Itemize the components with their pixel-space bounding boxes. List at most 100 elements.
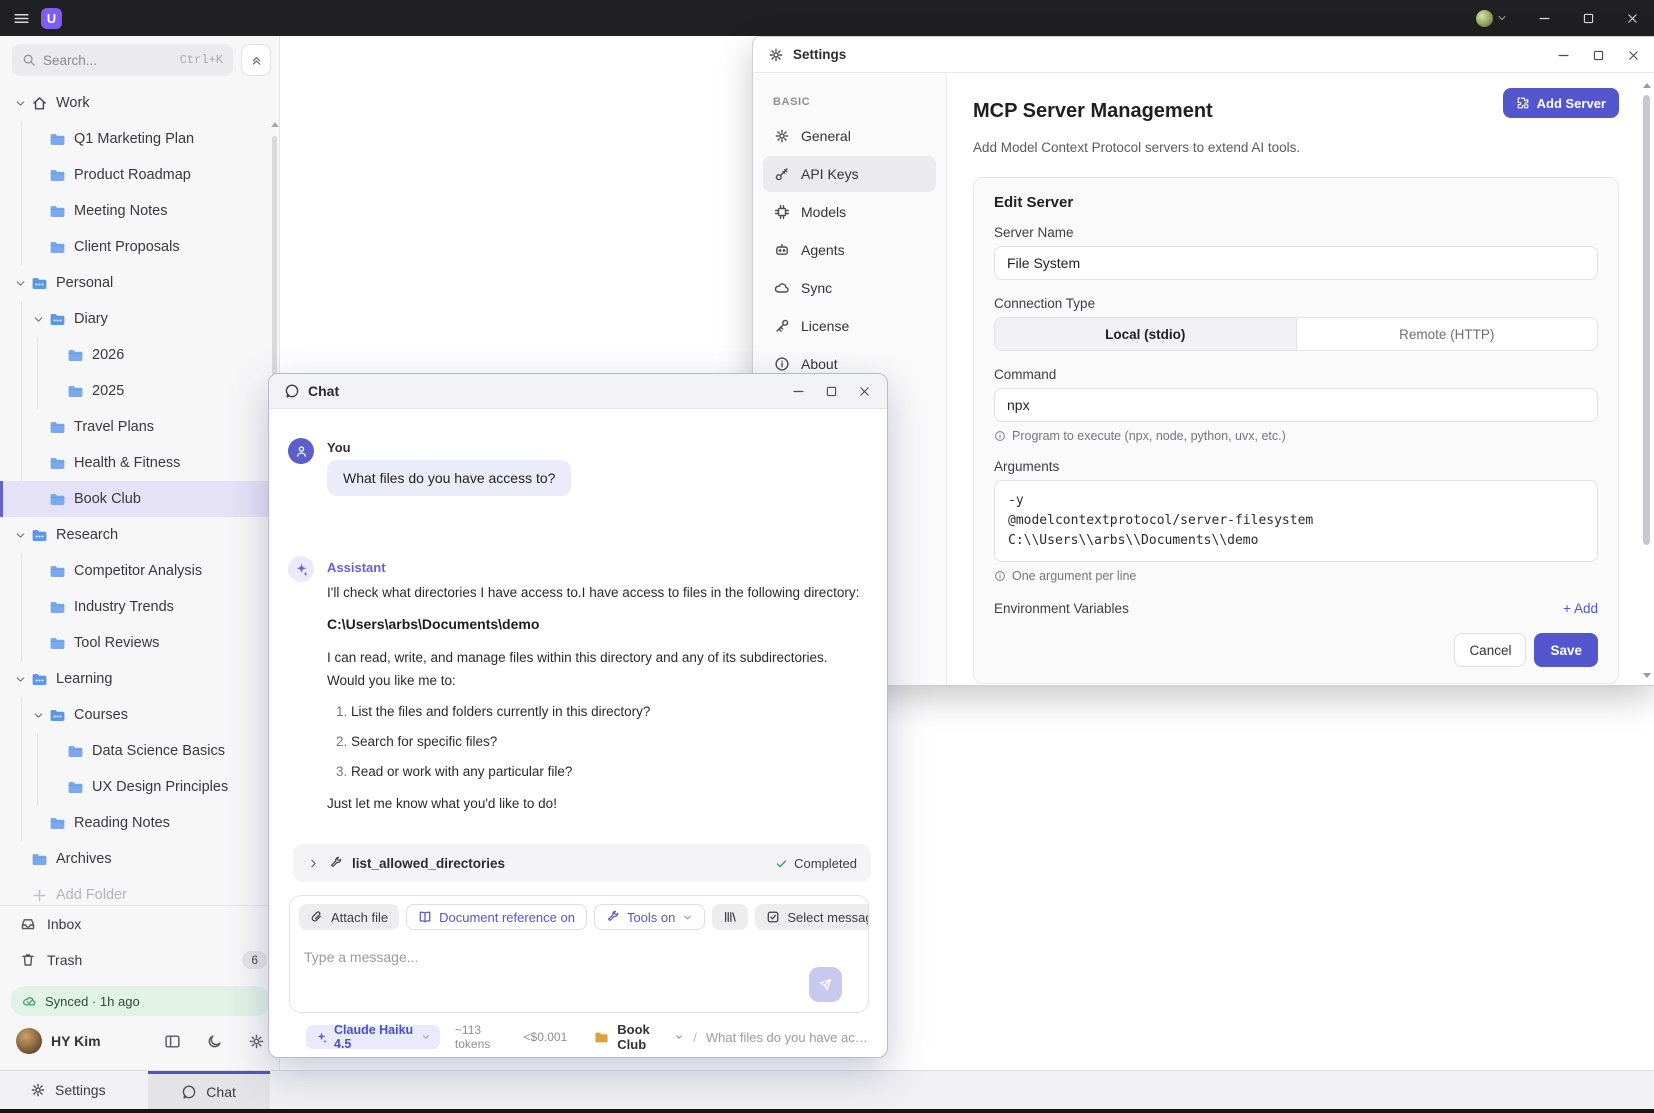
- add-server-button[interactable]: Add Server: [1503, 88, 1619, 118]
- chevron-down-icon[interactable]: [10, 96, 30, 110]
- user-avatar[interactable]: [16, 1028, 42, 1054]
- composer-library-button[interactable]: [712, 904, 748, 930]
- maximize-icon[interactable]: [1592, 49, 1605, 62]
- context-folder-selector[interactable]: Book Club: [593, 1022, 684, 1052]
- search-input[interactable]: Search... Ctrl+K: [12, 44, 233, 76]
- cancel-button[interactable]: Cancel: [1454, 633, 1526, 667]
- sidebar-item-ux-design-principles[interactable]: UX Design Principles: [0, 769, 279, 805]
- window-maximize-button[interactable]: [1566, 0, 1610, 36]
- close-icon[interactable]: [1627, 49, 1640, 62]
- page-title: MCP Server Management: [973, 100, 1213, 123]
- key-icon: [774, 166, 790, 182]
- sidebar-item-product-roadmap[interactable]: Product Roadmap: [0, 157, 279, 193]
- close-icon[interactable]: [858, 385, 871, 398]
- connection-type-segmented: Local (stdio) Remote (HTTP): [994, 317, 1598, 351]
- sync-status[interactable]: Synced · 1h ago: [10, 986, 271, 1016]
- arguments-textarea[interactable]: -y @modelcontextprotocol/server-filesyst…: [994, 480, 1598, 562]
- minimize-icon[interactable]: [1557, 49, 1570, 62]
- add-folder-button[interactable]: Add Folder: [0, 877, 279, 904]
- sidebar-item-trash[interactable]: Trash 6: [0, 942, 279, 978]
- sidebar-item-research[interactable]: Research: [0, 517, 279, 553]
- folder-icon: [593, 1030, 610, 1045]
- env-add-button[interactable]: + Add: [1563, 601, 1598, 616]
- composer-tools-on-button[interactable]: Tools on: [594, 904, 705, 930]
- panel-toggle-icon[interactable]: [164, 1033, 181, 1050]
- sidebar-item-travel-plans[interactable]: Travel Plans: [0, 409, 279, 445]
- window-close-button[interactable]: [1610, 0, 1654, 36]
- sidebar-item-2025[interactable]: 2025: [0, 373, 279, 409]
- chat-titlebar[interactable]: Chat: [269, 374, 887, 409]
- settings-nav-label: General: [801, 128, 851, 144]
- message-input[interactable]: Type a message...: [290, 930, 868, 965]
- command-field[interactable]: npx: [994, 388, 1598, 422]
- chevron-right-icon[interactable]: [307, 857, 320, 870]
- sidebar-item-book-club[interactable]: Book Club: [0, 481, 279, 517]
- folder-icon: [30, 851, 49, 868]
- minimize-icon[interactable]: [792, 385, 805, 398]
- sidebar-item-inbox[interactable]: Inbox: [0, 906, 279, 942]
- tool-call-row[interactable]: list_allowed_directories Completed: [293, 844, 871, 882]
- sidebar-item-2026[interactable]: 2026: [0, 337, 279, 373]
- chevron-down-icon[interactable]: [10, 528, 30, 542]
- chevron-down-icon[interactable]: [1496, 12, 1508, 24]
- hamburger-menu-icon[interactable]: [13, 10, 30, 27]
- save-button[interactable]: Save: [1534, 633, 1598, 667]
- sidebar-item-courses[interactable]: Courses: [0, 697, 279, 733]
- taskbar-chat[interactable]: Chat: [148, 1071, 270, 1109]
- bottom-taskbar: Settings Chat: [0, 1070, 1654, 1109]
- edit-server-card: Edit Server Server Name File System Conn…: [973, 177, 1619, 684]
- inbox-icon: [20, 916, 36, 932]
- taskbar-settings[interactable]: Settings: [12, 1071, 124, 1109]
- account-avatar[interactable]: [1476, 10, 1493, 27]
- settings-nav-agents[interactable]: Agents: [763, 232, 936, 268]
- gear-icon[interactable]: [248, 1033, 265, 1050]
- library-icon: [723, 910, 737, 924]
- server-name-field[interactable]: File System: [994, 246, 1598, 280]
- sidebar-item-health-fitness[interactable]: Health & Fitness: [0, 445, 279, 481]
- chevron-down-icon[interactable]: [10, 672, 30, 686]
- sidebar-item-meeting-notes[interactable]: Meeting Notes: [0, 193, 279, 229]
- collapse-sidebar-button[interactable]: [241, 44, 271, 76]
- sidebar-item-archives[interactable]: Archives: [0, 841, 279, 877]
- sidebar-item-work[interactable]: Work: [0, 85, 279, 121]
- settings-titlebar[interactable]: Settings: [753, 37, 1654, 73]
- model-selector[interactable]: Claude Haiku 4.5: [306, 1025, 440, 1049]
- settings-nav-models[interactable]: Models: [763, 194, 936, 230]
- settings-nav-general[interactable]: General: [763, 118, 936, 154]
- sidebar-item-q1-marketing-plan[interactable]: Q1 Marketing Plan: [0, 121, 279, 157]
- settings-nav-label: Agents: [801, 242, 845, 258]
- sidebar-item-tool-reviews[interactable]: Tool Reviews: [0, 625, 279, 661]
- connection-local-option[interactable]: Local (stdio): [995, 318, 1296, 350]
- folder-icon: [66, 383, 85, 400]
- settings-nav-api-keys[interactable]: API Keys: [763, 156, 936, 192]
- folder-icon: [48, 167, 67, 184]
- message-composer: Attach file Document reference on Tools on…: [289, 895, 869, 1013]
- composer-select-messages-button[interactable]: Select messages: [755, 904, 868, 930]
- sidebar-item-label: Learning: [56, 671, 112, 687]
- settings-nav-license[interactable]: License: [763, 308, 936, 344]
- settings-scrollbar[interactable]: [1643, 81, 1651, 681]
- composer-attach-file-button[interactable]: Attach file: [299, 904, 399, 930]
- sidebar-item-competitor-analysis[interactable]: Competitor Analysis: [0, 553, 279, 589]
- sidebar-item-data-science-basics[interactable]: Data Science Basics: [0, 733, 279, 769]
- dark-mode-icon[interactable]: [206, 1033, 223, 1050]
- chevron-down-icon[interactable]: [28, 312, 48, 326]
- sidebar-item-industry-trends[interactable]: Industry Trends: [0, 589, 279, 625]
- send-button[interactable]: [809, 967, 842, 1002]
- chevron-down-icon[interactable]: [28, 708, 48, 722]
- connection-remote-option[interactable]: Remote (HTTP): [1296, 318, 1598, 350]
- composer-document-reference-on-button[interactable]: Document reference on: [406, 904, 587, 930]
- settings-nav-sync[interactable]: Sync: [763, 270, 936, 306]
- sidebar-item-reading-notes[interactable]: Reading Notes: [0, 805, 279, 841]
- info-icon: [994, 570, 1006, 582]
- sidebar-item-client-proposals[interactable]: Client Proposals: [0, 229, 279, 265]
- sidebar-item-label: Add Folder: [56, 887, 127, 903]
- window-minimize-button[interactable]: [1522, 0, 1566, 36]
- page-subtitle: Add Model Context Protocol servers to ex…: [973, 140, 1619, 155]
- sidebar-item-label: UX Design Principles: [92, 779, 228, 795]
- chevron-down-icon[interactable]: [10, 276, 30, 290]
- maximize-icon[interactable]: [825, 385, 838, 398]
- sidebar-item-personal[interactable]: Personal: [0, 265, 279, 301]
- sidebar-item-diary[interactable]: Diary: [0, 301, 279, 337]
- sidebar-item-learning[interactable]: Learning: [0, 661, 279, 697]
